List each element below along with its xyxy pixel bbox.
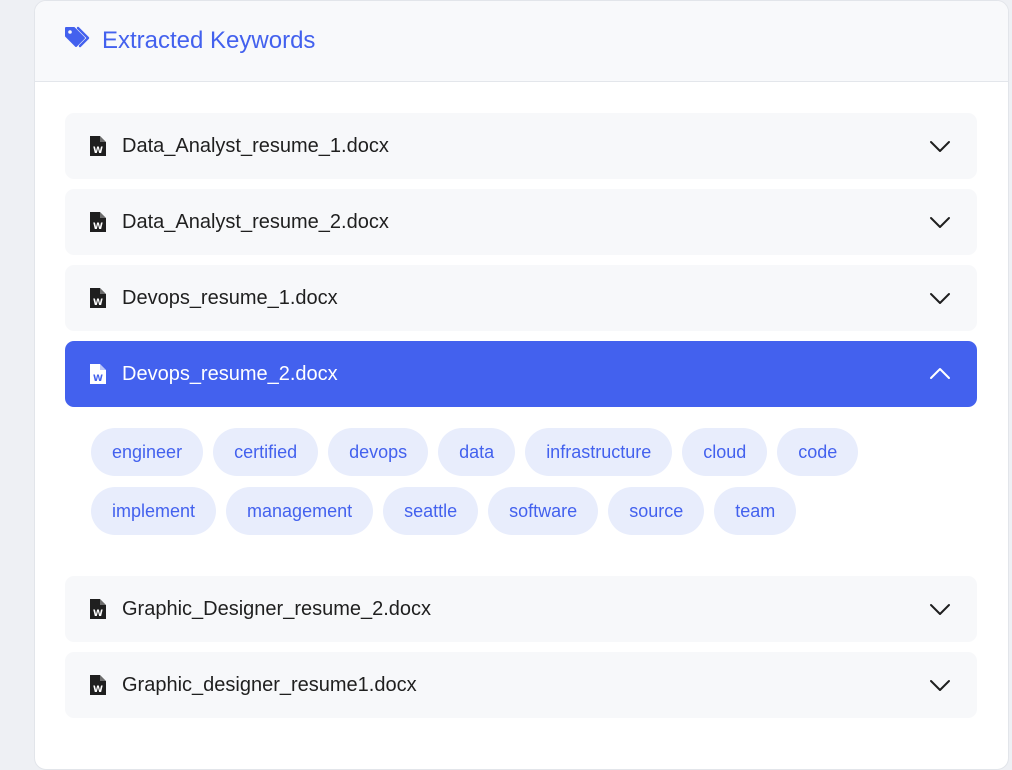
file-item: W Data_Analyst_resume_2.docx xyxy=(65,189,977,255)
file-item-header[interactable]: W Devops_resume_2.docx xyxy=(65,341,977,407)
file-name: Devops_resume_2.docx xyxy=(122,362,338,385)
word-file-icon: W xyxy=(90,136,106,156)
chevron-down-icon[interactable] xyxy=(929,678,951,692)
file-item-header[interactable]: W Graphic_designer_resume1.docx xyxy=(65,652,977,718)
keyword-chip: data xyxy=(438,428,516,476)
keyword-chip: seattle xyxy=(383,487,479,535)
word-file-icon: W xyxy=(90,212,106,232)
card-header: Extracted Keywords xyxy=(35,1,1008,82)
keyword-chip: management xyxy=(226,487,374,535)
svg-text:W: W xyxy=(93,146,103,156)
file-name: Graphic_Designer_resume_2.docx xyxy=(122,597,432,620)
word-file-icon: W xyxy=(90,288,106,308)
file-item-header[interactable]: W Devops_resume_1.docx xyxy=(65,265,977,331)
svg-text:W: W xyxy=(93,298,103,308)
file-item: W Graphic_designer_resume1.docx xyxy=(65,652,977,718)
chevron-down-icon[interactable] xyxy=(929,291,951,305)
word-file-icon: W xyxy=(90,675,106,695)
tags-icon xyxy=(65,26,90,48)
keyword-chip: code xyxy=(777,428,859,476)
keyword-chip: devops xyxy=(328,428,429,476)
word-file-icon: W xyxy=(90,364,106,384)
keyword-chip: software xyxy=(488,487,599,535)
card-title: Extracted Keywords xyxy=(102,27,316,54)
file-name: Data_Analyst_resume_1.docx xyxy=(122,134,389,157)
file-name: Graphic_designer_resume1.docx xyxy=(122,673,417,696)
file-item-header[interactable]: W Data_Analyst_resume_1.docx xyxy=(65,113,977,179)
svg-text:W: W xyxy=(93,609,103,619)
keyword-chip: source xyxy=(608,487,705,535)
keywords-card: Extracted Keywords W Data_Analyst_resume… xyxy=(34,0,1009,770)
svg-text:W: W xyxy=(93,374,103,384)
word-file-icon: W xyxy=(90,599,106,619)
keyword-chip: implement xyxy=(91,487,217,535)
keyword-chip: engineer xyxy=(91,428,204,476)
file-accordion: W Data_Analyst_resume_1.docx W Data_Anal… xyxy=(35,82,1008,718)
chevron-down-icon[interactable] xyxy=(929,139,951,153)
keyword-chip: cloud xyxy=(682,428,768,476)
file-name: Devops_resume_1.docx xyxy=(122,286,338,309)
file-name: Data_Analyst_resume_2.docx xyxy=(122,210,389,233)
file-item-expanded: W Devops_resume_2.docx engineer certifie… xyxy=(65,341,977,566)
keyword-chip: infrastructure xyxy=(525,428,673,476)
svg-text:W: W xyxy=(93,685,103,695)
file-item-header[interactable]: W Data_Analyst_resume_2.docx xyxy=(65,189,977,255)
keyword-list: engineer certified devops data infrastru… xyxy=(65,407,885,566)
chevron-up-icon[interactable] xyxy=(929,367,951,381)
chevron-down-icon[interactable] xyxy=(929,602,951,616)
file-item: W Data_Analyst_resume_1.docx xyxy=(65,113,977,179)
file-item: W Graphic_Designer_resume_2.docx xyxy=(65,576,977,642)
file-item-header[interactable]: W Graphic_Designer_resume_2.docx xyxy=(65,576,977,642)
svg-text:W: W xyxy=(93,222,103,232)
keyword-chip: team xyxy=(714,487,797,535)
file-item: W Devops_resume_1.docx xyxy=(65,265,977,331)
keyword-chip: certified xyxy=(213,428,319,476)
chevron-down-icon[interactable] xyxy=(929,215,951,229)
